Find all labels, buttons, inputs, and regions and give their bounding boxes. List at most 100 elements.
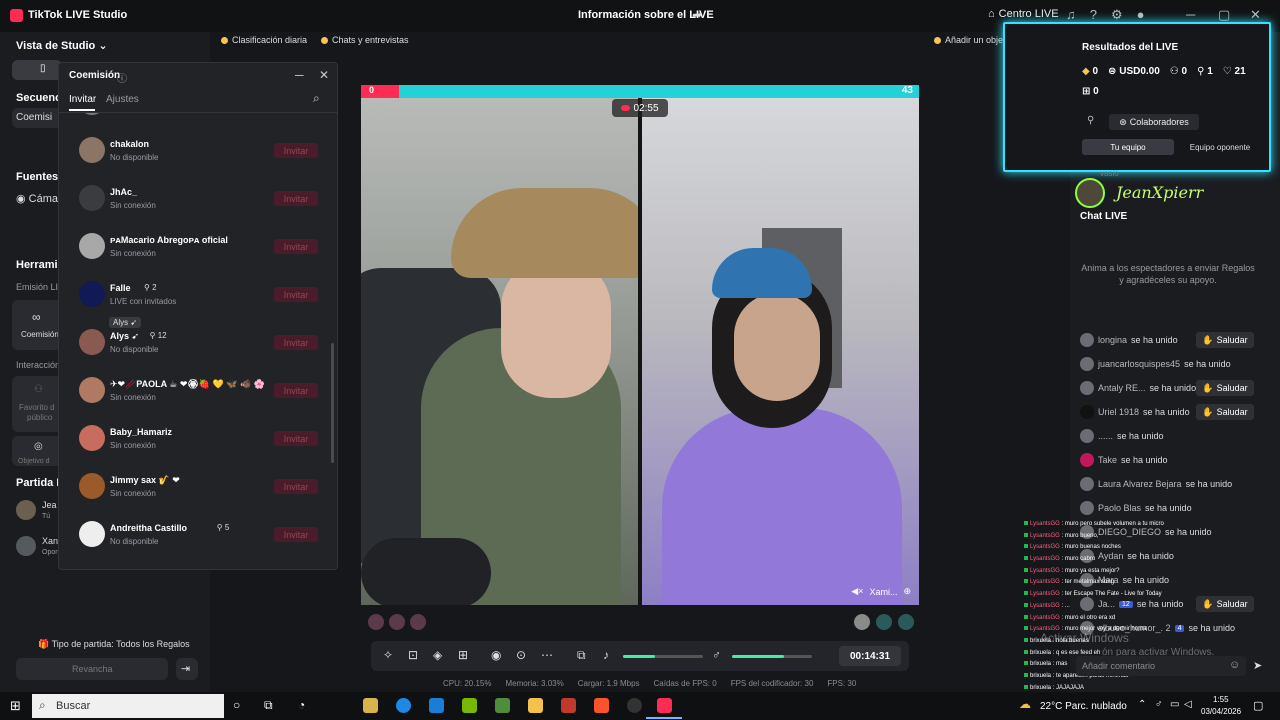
viewer-name[interactable]: longina [1098,335,1127,345]
sticker-icon[interactable]: ◈ [433,648,442,662]
send-icon[interactable]: ➤ [1253,659,1262,672]
add-icon[interactable]: ⊕ [903,586,911,597]
mute-icon[interactable]: ◀× [851,586,863,597]
invite-button[interactable]: Invitar [274,431,318,446]
mic-slider[interactable] [732,655,812,658]
screen-icon[interactable]: ⊡ [408,648,418,662]
invite-button[interactable]: Invitar [274,143,318,158]
camera-toggle-icon[interactable]: ⊙ [516,648,526,662]
effects-icon[interactable]: ✧ [383,648,393,662]
clock-time[interactable]: 1:55 [1213,695,1229,704]
nvidia-icon[interactable] [462,698,477,713]
sequence-item[interactable]: Coemisi [12,108,62,128]
microphone-icon[interactable]: ♂ [712,648,721,662]
edge-icon[interactable] [396,698,411,713]
daily-rank-pill[interactable]: Clasificación diaria [221,33,307,47]
tiktok-live-studio-window: TikTok LIVE Studio Información sobre el … [0,0,1280,720]
emoji-icon[interactable]: ☺ [1229,659,1240,671]
notification-icon[interactable]: ▢ [1253,699,1263,712]
invite-button[interactable]: Invitar [274,383,318,398]
coemision-tool-button[interactable]: ∞ Coemisión [12,300,62,350]
network-icon[interactable]: ▭ [1170,699,1179,710]
obs-icon[interactable] [627,698,642,713]
viewer-name[interactable]: ...... [1098,431,1113,441]
comment-input[interactable]: Añadir comentario [1076,656,1246,676]
viewer-name[interactable]: Laura Alvarez Bejara [1098,479,1182,489]
cortana-icon[interactable]: ○ [233,698,240,712]
favorite-public-tool[interactable]: ⚇ Favorito d público [12,376,62,432]
close-window-button[interactable]: ✕ [1250,7,1261,23]
invite-button[interactable]: Invitar [274,335,318,350]
mail-icon[interactable] [429,698,444,713]
invite-button[interactable]: Invitar [274,191,318,206]
camera-source[interactable]: ◉ Cáma [16,192,58,205]
favorite-label-2: público [27,413,53,422]
bell-icon[interactable]: ♫ [1066,7,1076,23]
minecraft-icon[interactable] [495,698,510,713]
invite-button[interactable]: Invitar [274,287,318,302]
collaborators-button[interactable]: ⊛ Colaboradores [1109,114,1199,130]
chat-user: LysantsGG [1030,579,1060,586]
tiktok-taskbar-icon[interactable] [657,698,672,713]
viewer-name[interactable]: juancarlosquispes45 [1098,359,1180,369]
popup-minimize-icon[interactable]: ─ [295,68,304,82]
maximize-button[interactable]: ▢ [1218,7,1230,23]
tab-invite[interactable]: Invitar [69,94,96,105]
windows-start-icon[interactable]: ⊞ [10,698,21,714]
minimize-button[interactable]: ─ [1186,7,1195,22]
studio-view-dropdown[interactable]: Vista de Studio ⌄ [16,39,108,52]
vertical-view-toggle[interactable]: ▯ [12,60,62,80]
task-view-icon[interactable]: ⧉ [264,698,273,713]
person-icon: ⚲ [216,523,225,532]
clock-date[interactable]: 03/04/2026 [1201,707,1241,716]
rematch-button[interactable]: Revancha [16,658,168,680]
tab-settings[interactable]: Ajustes [106,94,139,105]
volume-slider[interactable] [623,655,703,658]
objective-tool[interactable]: ◎ Objetivo d [12,436,62,466]
mic-tray-icon[interactable]: ♂ [1155,699,1163,710]
chat-user: LysantsGG [1030,567,1060,574]
tab-opponent-team[interactable]: Equipo oponente [1174,139,1266,155]
search-icon[interactable]: ⌕ [313,91,320,106]
invite-button[interactable]: Invitar [274,527,318,542]
invite-button[interactable]: Invitar [274,479,318,494]
settings-icon[interactable]: ⚙ [1111,7,1123,23]
weather-label[interactable]: 22°C Parc. nublado [1040,701,1127,712]
live-center-button[interactable]: ⌂ Centro LIVE [988,8,1059,20]
folder-icon[interactable] [528,698,543,713]
taskbar-search[interactable]: ⌕ Buscar [32,694,224,718]
joined-text: se ha unido [1117,431,1164,441]
add-source-icon[interactable]: ⊞ [458,648,468,662]
mixer-icon[interactable]: ⧉ [577,648,586,663]
popup-close-icon[interactable]: ✕ [319,68,329,82]
greet-button[interactable]: ✋ Saludar [1196,332,1254,348]
info-icon[interactable]: ⓘ [117,70,127,85]
invite-button[interactable]: Invitar [274,239,318,254]
chats-interviews-pill[interactable]: Chats y entrevistas [321,33,409,47]
help-icon[interactable]: ? [1090,7,1097,23]
viewer-name[interactable]: Paolo Blas [1098,503,1141,513]
viewer-name[interactable]: Antaly RE... [1098,383,1146,393]
opponent-controls: ◀× Xami... ⊕ [851,586,911,597]
more-icon[interactable]: ⋯ [541,648,553,662]
viewers-stat: ⚇ 0 [1170,66,1187,77]
speedometer-icon[interactable]: ◔ [298,698,305,712]
greet-button[interactable]: ✋ Saludar [1196,380,1254,396]
invite-name: Falle [110,283,131,293]
exit-match-button[interactable]: ⇥ [176,658,198,680]
popup-scrollbar[interactable] [331,343,334,463]
share-icon[interactable]: ➦ [692,8,702,22]
app-icon[interactable] [561,698,576,713]
tray-arrow-icon[interactable]: ⌃ [1138,699,1146,710]
avatar[interactable]: ● [1137,7,1145,23]
greet-button[interactable]: ✋ Saludar [1196,404,1254,420]
viewer-name[interactable]: Uriel 1918 [1098,407,1139,417]
person-settings-icon[interactable]: ⚲ [1087,115,1094,126]
record-icon[interactable]: ◉ [491,648,501,662]
tab-your-team[interactable]: Tu equipo [1082,139,1174,155]
brave-icon[interactable] [594,698,609,713]
store-icon[interactable] [363,698,378,713]
viewer-name[interactable]: Take [1098,455,1117,465]
volume-tray-icon[interactable]: ◁ [1184,699,1192,710]
speaker-icon[interactable]: ♪ [603,648,609,662]
